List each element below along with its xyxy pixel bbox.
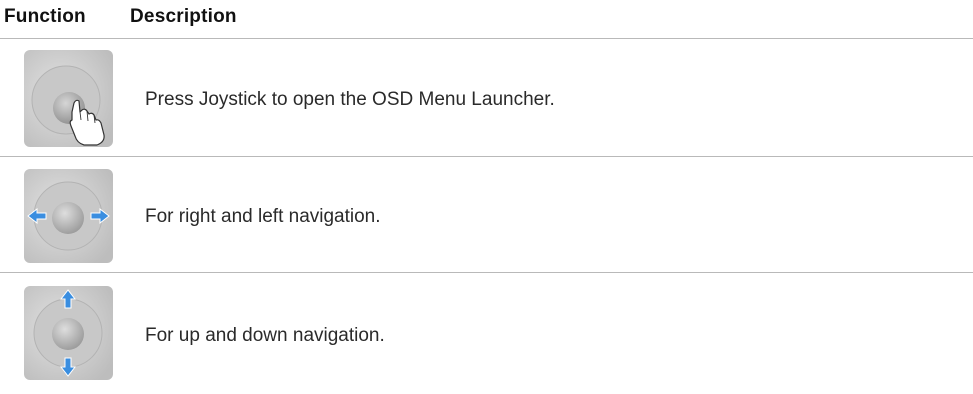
table-row: For up and down navigation. [0, 273, 973, 394]
table-header: Function Description [0, 0, 973, 38]
function-column-header: Function [4, 6, 86, 27]
row-description: For up and down navigation. [145, 325, 385, 346]
description-column-header: Description [130, 6, 237, 27]
table-row: Press Joystick to open the OSD Menu Laun… [0, 39, 973, 156]
table-row: For right and left navigation. [0, 157, 973, 272]
row-description: Press Joystick to open the OSD Menu Laun… [145, 89, 555, 110]
joystick-left-right-icon [24, 169, 113, 263]
joystick-up-down-icon [24, 286, 113, 380]
joystick-press-icon [24, 50, 113, 147]
row-description: For right and left navigation. [145, 206, 381, 227]
